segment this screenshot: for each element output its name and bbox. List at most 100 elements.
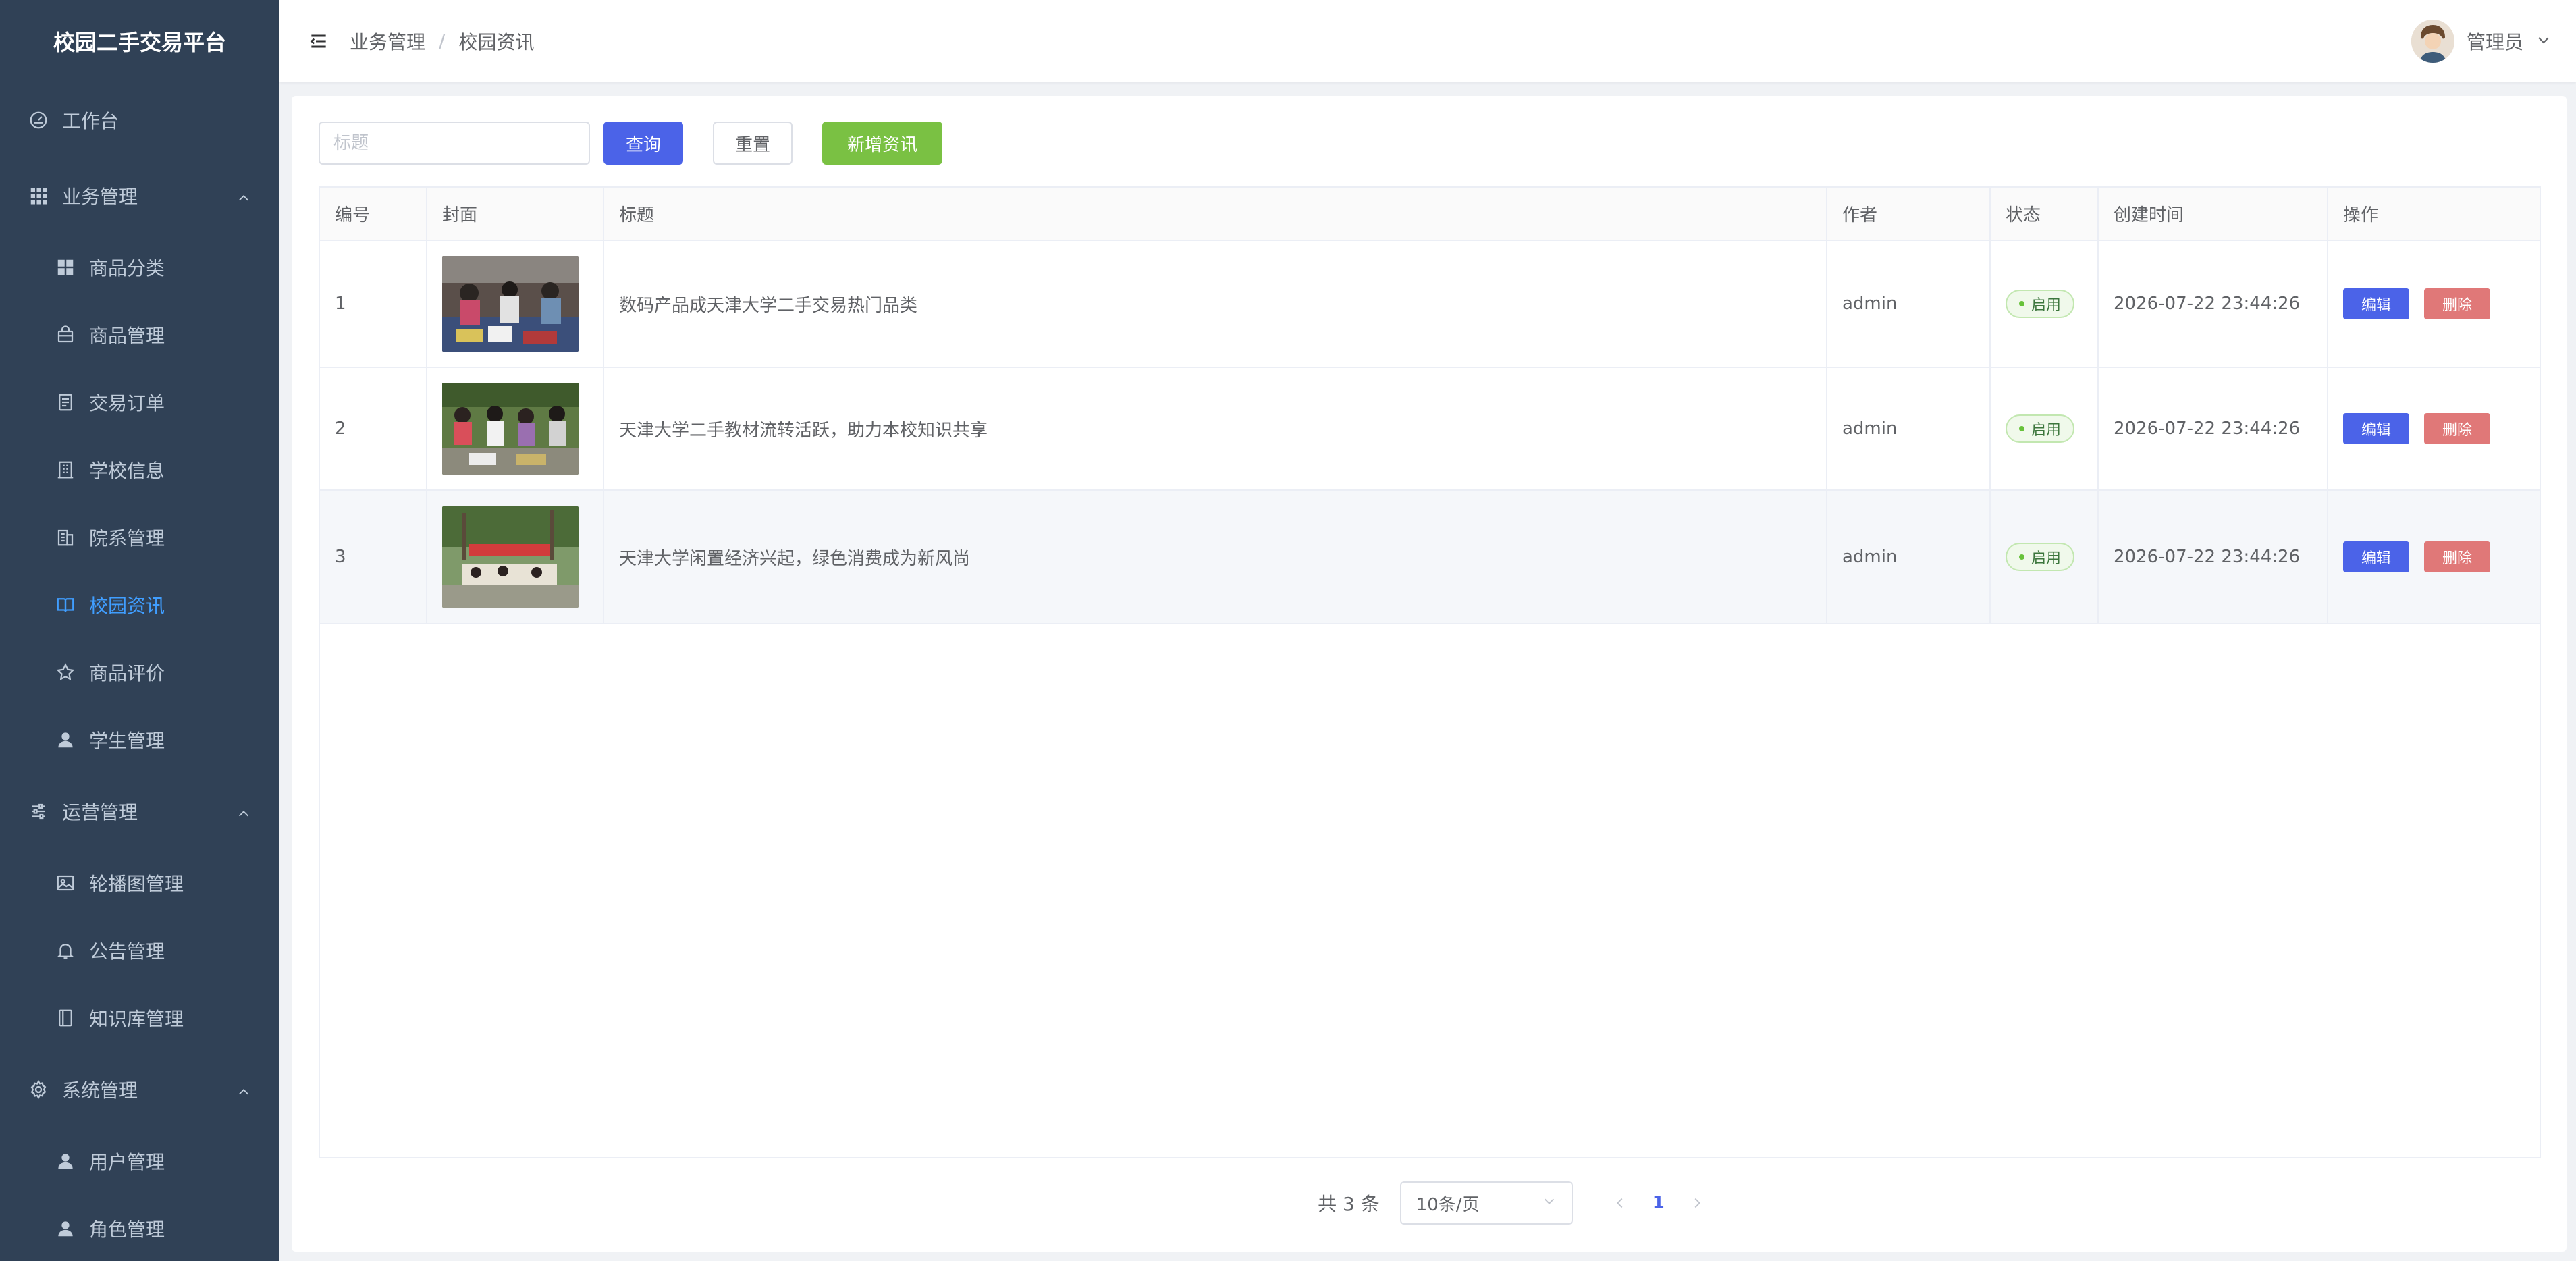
cover-image[interactable] [442, 383, 579, 475]
cell-created: 2026-07-22 23:44:26 [2098, 240, 2328, 368]
status-badge: 启用 [2006, 414, 2075, 443]
column-header-actions: 操作 [2328, 188, 2540, 241]
title-search-input[interactable] [319, 122, 590, 165]
sidebar: 校园二手交易平台 工作台 业务管理 商品分类 商品管理 交易订单 学校信息 院系… [0, 0, 279, 1261]
dashboard-icon [27, 109, 50, 132]
notebook-icon [54, 1007, 77, 1029]
reset-button[interactable]: 重置 [713, 122, 793, 165]
cell-id: 1 [320, 240, 427, 368]
breadcrumb-separator: / [439, 30, 446, 52]
cell-id: 2 [320, 367, 427, 491]
content-card: 查询 重置 新增资讯 编号 封面 标题 作者 状态 创建时间 操作 [292, 96, 2567, 1252]
pagination-total: 共 3 条 [1318, 1193, 1380, 1215]
edit-button[interactable]: 编辑 [2343, 413, 2409, 444]
category-icon [54, 256, 77, 279]
user-menu[interactable]: 管理员 [2411, 0, 2552, 82]
sidebar-item-knowledge[interactable]: 知识库管理 [0, 984, 279, 1052]
bell-icon [54, 939, 77, 962]
edit-button[interactable]: 编辑 [2343, 288, 2409, 319]
query-button[interactable]: 查询 [603, 122, 683, 165]
sidebar-item-label: 商品分类 [89, 257, 165, 279]
submenu-label: 运营管理 [62, 801, 138, 824]
delete-button[interactable]: 删除 [2424, 413, 2490, 444]
search-toolbar: 查询 重置 新增资讯 [319, 122, 942, 165]
table-row: 3 天津大学闲置经济兴起，绿色消费成为新风尚 admin 启用 2026-07-… [320, 490, 2540, 624]
cell-created: 2026-07-22 23:44:26 [2098, 367, 2328, 491]
prev-page-button[interactable] [1607, 1196, 1634, 1210]
cell-id: 3 [320, 490, 427, 624]
sidebar-item-label: 校园资讯 [89, 595, 165, 617]
sidebar-item-label: 用户管理 [89, 1151, 165, 1173]
breadcrumb-item-business[interactable]: 业务管理 [350, 28, 425, 55]
sidebar-item-school[interactable]: 学校信息 [0, 436, 279, 504]
delete-button[interactable]: 删除 [2424, 541, 2490, 572]
sidebar-item-students[interactable]: 学生管理 [0, 706, 279, 774]
pagination: 共 3 条 10条/页 1 [292, 1181, 2567, 1225]
column-header-id: 编号 [320, 188, 427, 241]
cell-title: 数码产品成天津大学二手交易热门品类 [603, 240, 1827, 368]
cell-author: admin [1827, 490, 1991, 624]
app-title: 校园二手交易平台 [0, 0, 279, 82]
add-news-button[interactable]: 新增资讯 [822, 122, 942, 165]
cell-author: admin [1827, 240, 1991, 368]
sidebar-item-label: 轮播图管理 [89, 873, 184, 895]
edit-button[interactable]: 编辑 [2343, 541, 2409, 572]
cover-image[interactable] [442, 256, 579, 352]
cell-title: 天津大学二手教材流转活跃，助力本校知识共享 [603, 367, 1827, 491]
bag-icon [54, 323, 77, 346]
cover-image[interactable] [442, 506, 579, 608]
sidebar-item-department[interactable]: 院系管理 [0, 504, 279, 571]
sidebar-item-label: 知识库管理 [89, 1008, 184, 1030]
column-header-title: 标题 [603, 188, 1827, 241]
column-header-cover: 封面 [427, 188, 604, 241]
status-badge: 启用 [2006, 543, 2075, 571]
submenu-label: 系统管理 [62, 1079, 138, 1102]
gear-icon [27, 1078, 50, 1101]
menu-toggle-icon[interactable] [306, 29, 331, 53]
sliders-icon [27, 800, 50, 823]
user-icon [54, 728, 77, 751]
submenu-business[interactable]: 业务管理 [0, 158, 279, 234]
table-row: 1 数码产品成天津大学二手交易热门品类 admin 启用 2026-07-22 … [320, 240, 2540, 368]
next-page-button[interactable] [1684, 1196, 1711, 1210]
delete-button[interactable]: 删除 [2424, 288, 2490, 319]
top-header: 业务管理 / 校园资讯 管理员 [279, 0, 2576, 82]
sidebar-item-news[interactable]: 校园资讯 [0, 571, 279, 639]
sidebar-item-workbench[interactable]: 工作台 [0, 82, 279, 158]
sidebar-item-banner[interactable]: 轮播图管理 [0, 849, 279, 917]
submenu-system[interactable]: 系统管理 [0, 1052, 279, 1127]
table-row: 2 天津大学二手教材流转活跃，助力本校知识共享 admin 启用 2026-07… [320, 367, 2540, 491]
sidebar-item-category[interactable]: 商品分类 [0, 234, 279, 301]
sidebar-item-reviews[interactable]: 商品评价 [0, 639, 279, 706]
book-icon [54, 593, 77, 616]
user-icon [54, 1150, 77, 1173]
picture-icon [54, 871, 77, 894]
sidebar-item-label: 学校信息 [89, 460, 165, 482]
star-icon [54, 661, 77, 684]
avatar [2411, 20, 2454, 63]
column-header-status: 状态 [1990, 188, 2099, 241]
sidebar-item-label: 交易订单 [89, 392, 165, 414]
sidebar-item-users[interactable]: 用户管理 [0, 1127, 279, 1195]
page-size-select[interactable]: 10条/页 [1399, 1181, 1573, 1225]
sidebar-item-label: 商品管理 [89, 325, 165, 347]
chevron-up-icon [236, 188, 251, 203]
sidebar-item-label: 公告管理 [89, 940, 165, 963]
sidebar-item-label: 商品评价 [89, 662, 165, 685]
page-size-value: 10条/页 [1416, 1194, 1480, 1215]
sidebar-item-label: 院系管理 [89, 527, 165, 549]
sidebar-item-label: 工作台 [62, 110, 119, 132]
table-header-row: 编号 封面 标题 作者 状态 创建时间 操作 [320, 188, 2540, 241]
cell-title: 天津大学闲置经济兴起，绿色消费成为新风尚 [603, 490, 1827, 624]
sidebar-item-label: 学生管理 [89, 730, 165, 752]
sidebar-item-notice[interactable]: 公告管理 [0, 917, 279, 984]
sidebar-item-roles[interactable]: 角色管理 [0, 1195, 279, 1261]
breadcrumb: 业务管理 / 校园资讯 [350, 28, 534, 55]
breadcrumb-item-current: 校园资讯 [458, 30, 535, 53]
submenu-operations[interactable]: 运营管理 [0, 774, 279, 849]
chevron-up-icon [236, 1082, 251, 1097]
sidebar-item-goods[interactable]: 商品管理 [0, 301, 279, 369]
chevron-down-icon [2535, 32, 2552, 51]
page-number[interactable]: 1 [1653, 1193, 1665, 1213]
sidebar-item-orders[interactable]: 交易订单 [0, 369, 279, 436]
